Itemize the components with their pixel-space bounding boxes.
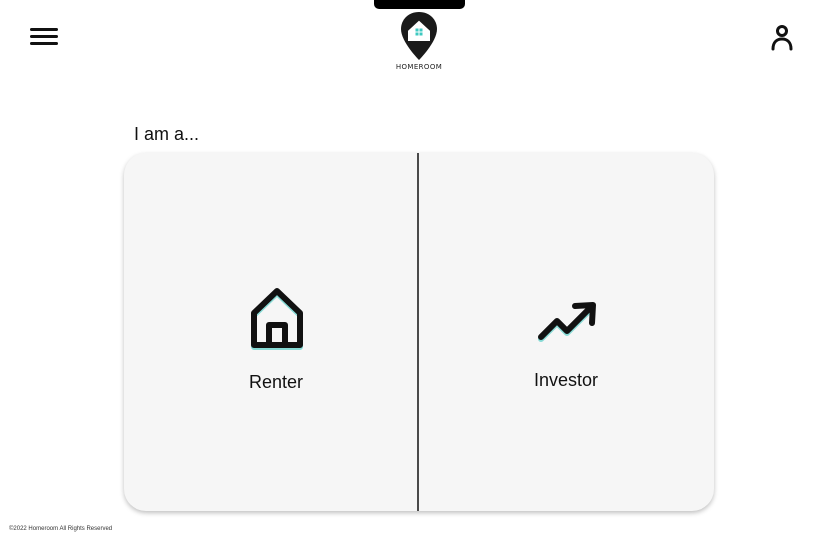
- homeroom-logo[interactable]: HOMEROOM: [384, 10, 454, 74]
- renter-label: Renter: [248, 372, 304, 392]
- investor-label: Investor: [533, 370, 599, 390]
- page-prompt: I am a...: [134, 124, 200, 144]
- menu-bar: [30, 42, 58, 45]
- house-icon: [248, 287, 306, 355]
- user-profile-icon[interactable]: [768, 22, 796, 52]
- footer-copyright: ©2022 Homeroom All Rights Reserved: [9, 526, 113, 532]
- menu-bar: [30, 35, 58, 38]
- menu-bar: [30, 28, 58, 31]
- investor-option[interactable]: Investor: [419, 153, 714, 511]
- role-selection-card: Renter Investor: [124, 153, 714, 511]
- renter-option[interactable]: Renter: [124, 153, 417, 511]
- trending-up-icon: [537, 301, 597, 349]
- hamburger-menu-icon[interactable]: [28, 24, 60, 50]
- top-tab: [374, 0, 465, 9]
- page: HOMEROOM I am a... Renter Investor ©2022…: [0, 0, 840, 540]
- map-pin-house-icon: [401, 12, 437, 60]
- logo-text: HOMEROOM: [395, 63, 443, 71]
